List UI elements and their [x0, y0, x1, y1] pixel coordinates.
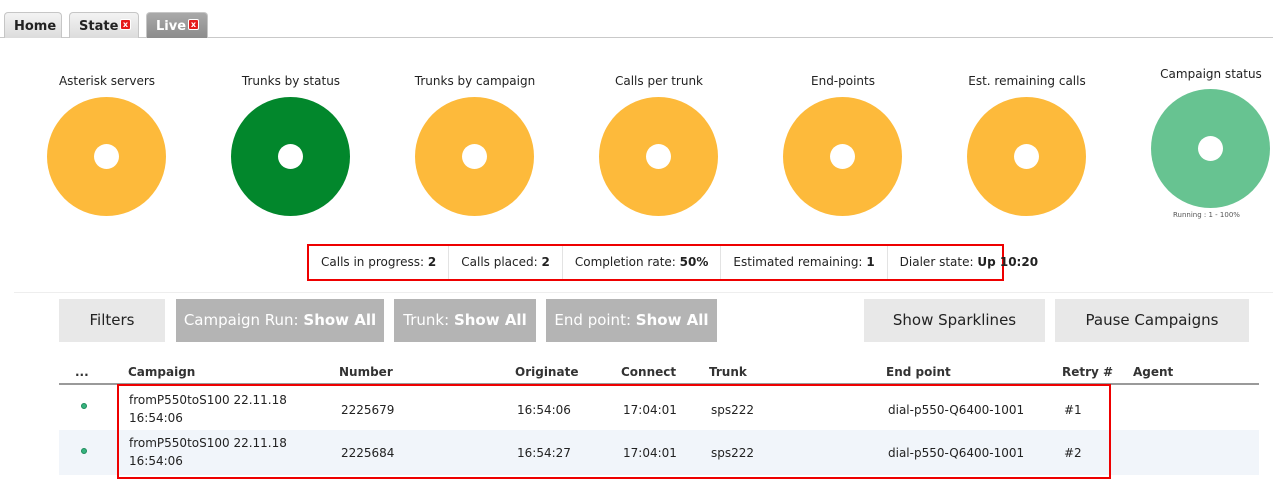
gauge-caption: Running : 1 - 100% [1173, 211, 1240, 219]
cell-end-point: dial-p550-Q6400-1001 [888, 403, 1025, 417]
table-row[interactable]: fromP550toS100 22.11.18 16:54:06 2225679… [59, 385, 1259, 430]
tab-live[interactable]: Live x [146, 12, 208, 38]
column-header-end-point[interactable]: End point [886, 365, 951, 379]
cell-campaign: fromP550toS100 22.11.18 [129, 436, 287, 450]
show-sparklines-button[interactable]: Show Sparklines [864, 299, 1045, 342]
cell-campaign-time: 16:54:06 [129, 454, 183, 468]
cell-number: 2225684 [341, 446, 395, 460]
donut-chart[interactable] [967, 97, 1086, 216]
gauge-title: Trunks by campaign [414, 74, 536, 88]
divider [14, 292, 1273, 293]
donut-chart[interactable] [415, 97, 534, 216]
donut-chart[interactable] [47, 97, 166, 216]
cell-trunk: sps222 [711, 403, 755, 417]
gauge-title: Est. remaining calls [968, 74, 1086, 88]
cell-retry: #2 [1064, 446, 1082, 460]
filters-button[interactable]: Filters [59, 299, 165, 342]
column-header-menu[interactable]: ... [75, 365, 89, 379]
cell-originate: 16:54:27 [517, 446, 571, 460]
tab-state[interactable]: State x [69, 12, 139, 38]
cell-campaign: fromP550toS100 22.11.18 [129, 393, 287, 407]
filter-label: Trunk: [403, 311, 450, 329]
filter-label: Campaign Run: [183, 311, 299, 329]
calls-in-progress: Calls in progress: 2 [309, 246, 450, 279]
gauge-title: Campaign status [1160, 67, 1262, 81]
cell-end-point: dial-p550-Q6400-1001 [888, 446, 1025, 460]
column-header-campaign[interactable]: Campaign [128, 365, 195, 379]
summary-label: Calls placed: [461, 255, 538, 269]
estimated-remaining: Estimated remaining: 1 [721, 246, 888, 279]
cell-originate: 16:54:06 [517, 403, 571, 417]
filter-value: Show All [303, 311, 377, 329]
summary-value: Up 10:20 [977, 255, 1039, 269]
campaign-run-filter-button[interactable]: Campaign Run: Show All [176, 299, 384, 342]
table-row[interactable]: fromP550toS100 22.11.18 16:54:06 2225684… [59, 430, 1259, 475]
status-dot-icon [81, 448, 87, 454]
dialer-state: Dialer state: Up 10:20 [888, 246, 1050, 279]
tab-label: State [79, 19, 119, 34]
gauge-title: End-points [811, 74, 875, 88]
completion-rate: Completion rate: 50% [563, 246, 722, 279]
column-header-number[interactable]: Number [339, 365, 393, 379]
cell-campaign-time: 16:54:06 [129, 411, 183, 425]
tab-bar: Home State x Live x [0, 0, 1273, 38]
column-header-trunk[interactable]: Trunk [709, 365, 747, 379]
tab-label: Live [156, 19, 187, 34]
close-icon[interactable]: x [120, 19, 131, 30]
donut-chart[interactable] [783, 97, 902, 216]
gauge-title: Trunks by status [241, 74, 341, 88]
tab-home[interactable]: Home [4, 12, 62, 38]
summary-value: 2 [541, 255, 550, 269]
cell-connect: 17:04:01 [623, 446, 677, 460]
column-header-originate[interactable]: Originate [515, 365, 578, 379]
summary-value: 2 [427, 255, 437, 269]
cell-retry: #1 [1064, 403, 1082, 417]
donut-chart[interactable] [599, 97, 718, 216]
column-header-agent[interactable]: Agent [1133, 365, 1173, 379]
donut-chart[interactable] [1151, 89, 1270, 208]
cell-number: 2225679 [341, 403, 395, 417]
summary-label: Dialer state: [899, 255, 974, 269]
cell-trunk: sps222 [711, 446, 755, 460]
summary-label: Calls in progress: [321, 255, 425, 269]
summary-label: Estimated remaining: [733, 255, 863, 269]
tab-label: Home [14, 19, 57, 34]
donut-chart[interactable] [231, 97, 350, 216]
column-header-connect[interactable]: Connect [621, 365, 676, 379]
trunk-filter-button[interactable]: Trunk: Show All [394, 299, 536, 342]
filter-value: Show All [453, 311, 527, 329]
gauge-title: Calls per trunk [614, 74, 703, 88]
column-header-retry[interactable]: Retry # [1062, 365, 1113, 379]
status-dot-icon [81, 403, 87, 409]
end-point-filter-button[interactable]: End point: Show All [546, 299, 717, 342]
cell-connect: 17:04:01 [623, 403, 677, 417]
filter-value: Show All [635, 311, 709, 329]
filter-label: End point: [554, 311, 632, 329]
calls-placed: Calls placed: 2 [449, 246, 563, 279]
pause-campaigns-button[interactable]: Pause Campaigns [1055, 299, 1249, 342]
gauge-title: Asterisk servers [58, 74, 156, 88]
summary-bar: Calls in progress: 2 Calls placed: 2 Com… [307, 244, 1038, 281]
close-icon[interactable]: x [188, 19, 199, 30]
summary-label: Completion rate: [574, 255, 676, 269]
summary-value: 50% [679, 255, 709, 269]
summary-value: 1 [866, 255, 875, 269]
